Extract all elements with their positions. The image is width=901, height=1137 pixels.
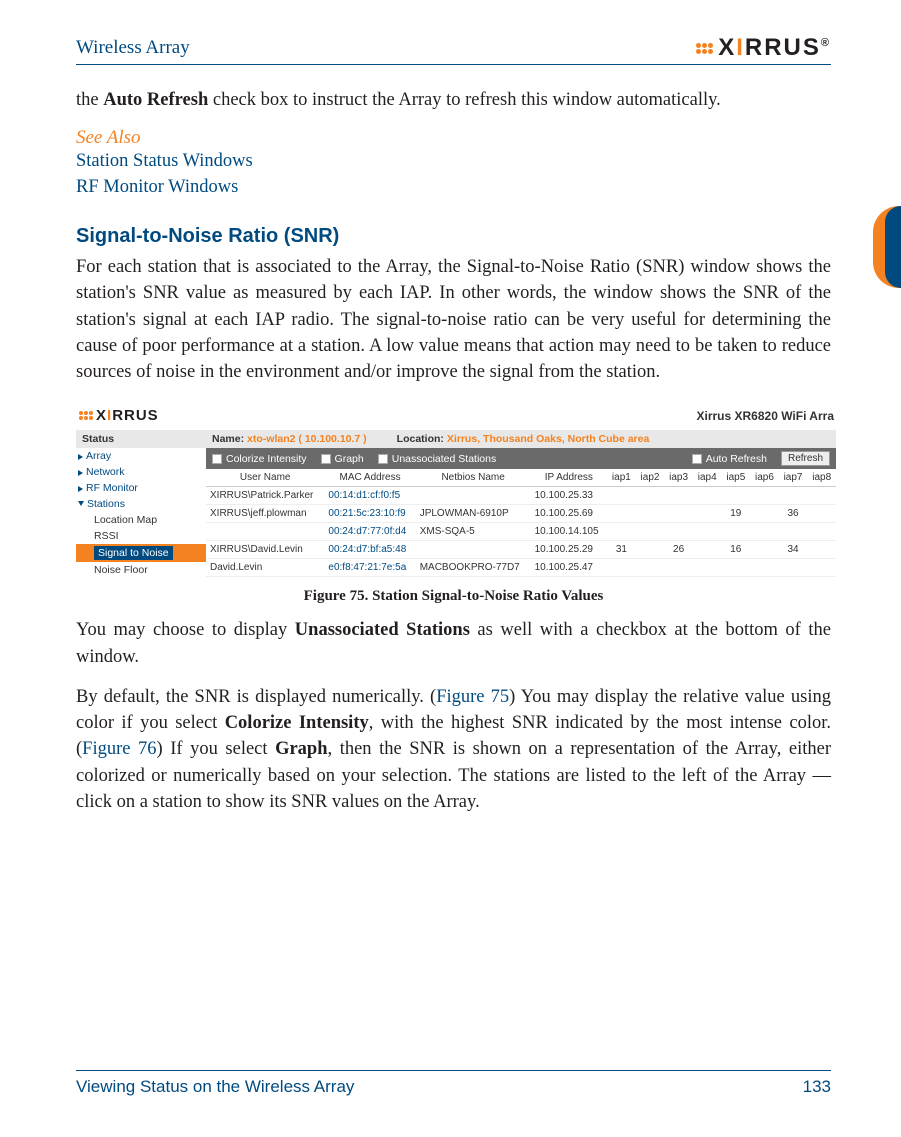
shot-control-bar: Colorize Intensity Graph Unassociated St… [206,448,836,469]
checkbox-unassociated[interactable]: Unassociated Stations [378,453,496,465]
footer-page-number: 133 [803,1077,831,1097]
shot-infobar: Name: xto-wlan2 ( 10.100.10.7 ) Location… [206,430,836,448]
see-also-heading: See Also [76,127,831,149]
table-row[interactable]: 00:24:d7:77:0f:d4XMS-SQA-510.100.14.105 [206,523,836,541]
shot-main: Name: xto-wlan2 ( 10.100.10.7 ) Location… [206,430,836,578]
figure-caption: Figure 75. Station Signal-to-Noise Ratio… [76,588,831,605]
table-col-5: iap2 [636,469,665,487]
page-footer: Viewing Status on the Wireless Array 133 [76,1070,831,1097]
embedded-screenshot: XIRRUS Xirrus XR6820 WiFi Arra Status Ar… [76,403,836,578]
shot-sidebar: Status Array Network RF Monitor Stations… [76,430,206,578]
table-row[interactable]: XIRRUS\Patrick.Parker00:14:d1:cf:f0:f510… [206,487,836,505]
table-col-10: iap7 [779,469,808,487]
table-row[interactable]: XIRRUS\jeff.plowman00:21:5c:23:10:f9JPLO… [206,505,836,523]
table-col-0: User Name [206,469,324,487]
table-col-2: Netbios Name [416,469,531,487]
table-col-9: iap6 [750,469,779,487]
section-paragraph: For each station that is associated to t… [76,254,831,385]
checkbox-auto-refresh[interactable]: Auto Refresh [692,453,767,465]
table-col-1: MAC Address [324,469,415,487]
table-row[interactable]: XIRRUS\David.Levin00:24:d7:bf:a5:4810.10… [206,541,836,559]
paragraph-unassociated: You may choose to display Unassociated S… [76,617,831,670]
nav-sub-signal-to-noise[interactable]: Signal to Noise [76,544,206,562]
nav-item-stations[interactable]: Stations [76,496,206,512]
side-tab-blue [885,206,901,288]
intro-paragraph: the Auto Refresh check box to instruct t… [76,87,831,113]
figure-ref-76[interactable]: Figure 76 [82,739,156,759]
figure-ref-75[interactable]: Figure 75 [436,687,509,707]
table-col-6: iap3 [664,469,693,487]
nav-sub-location-map[interactable]: Location Map [76,512,206,528]
table-col-8: iap5 [722,469,751,487]
nav-item-array[interactable]: Array [76,448,206,464]
section-heading: Signal-to-Noise Ratio (SNR) [76,225,831,248]
see-also-link-1[interactable]: Station Status Windows [76,149,831,175]
shot-product-title: Xirrus XR6820 WiFi Arra [696,409,834,423]
checkbox-graph[interactable]: Graph [321,453,364,465]
nav-sub-noise-floor[interactable]: Noise Floor [76,562,206,578]
nav-status-header: Status [76,430,206,448]
paragraph-display-options: By default, the SNR is displayed numeric… [76,684,831,815]
table-col-7: iap4 [693,469,722,487]
snr-table: User NameMAC AddressNetbios NameIP Addre… [206,469,836,577]
table-col-3: IP Address [531,469,608,487]
page-header: Wireless Array XIRRUS® [76,34,831,65]
logo-wordmark: XIRRUS® [718,34,831,62]
refresh-button[interactable]: Refresh [781,451,830,466]
logo-dots-icon [695,42,713,54]
table-col-4: iap1 [607,469,636,487]
table-row[interactable]: David.Levine0:f8:47:21:7e:5aMACBOOKPRO-7… [206,559,836,577]
nav-item-rf-monitor[interactable]: RF Monitor [76,480,206,496]
brand-logo: XIRRUS® [695,34,831,62]
nav-item-network[interactable]: Network [76,464,206,480]
shot-logo: XIRRUS [78,407,159,424]
doc-title: Wireless Array [76,37,190,59]
nav-sub-rssi[interactable]: RSSI [76,528,206,544]
page-container: Wireless Array XIRRUS® the Auto Refresh … [0,0,901,1137]
footer-section: Viewing Status on the Wireless Array [76,1077,354,1097]
table-header-row: User NameMAC AddressNetbios NameIP Addre… [206,469,836,487]
table-col-11: iap8 [807,469,836,487]
see-also-link-2[interactable]: RF Monitor Windows [76,175,831,201]
checkbox-colorize[interactable]: Colorize Intensity [212,453,307,465]
shot-header: XIRRUS Xirrus XR6820 WiFi Arra [76,403,836,430]
